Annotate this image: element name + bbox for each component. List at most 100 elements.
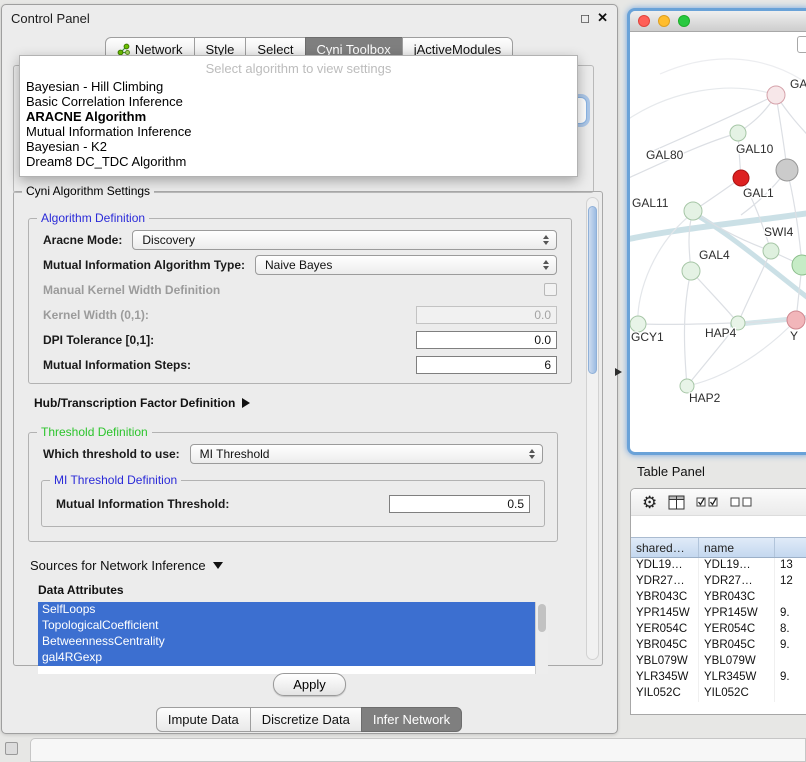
expand-right-icon[interactable] bbox=[242, 398, 250, 408]
mi-algorithm-type-select[interactable]: Naive Bayes bbox=[255, 255, 557, 275]
table-cell: YPR145W bbox=[699, 606, 775, 622]
float-window-icon[interactable]: ◻ bbox=[580, 11, 590, 25]
minimize-traffic-light[interactable] bbox=[658, 15, 670, 27]
network-edge bbox=[691, 271, 738, 323]
algorithm-option-bayesian-k2[interactable]: Bayesian - K2 bbox=[20, 139, 577, 154]
network-edge bbox=[687, 320, 796, 386]
network-node[interactable] bbox=[763, 243, 779, 259]
close-icon[interactable]: ✕ bbox=[597, 10, 608, 26]
algorithm-definition-title: Algorithm Definition bbox=[37, 211, 149, 225]
kernel-width-field[interactable]: 0.0 bbox=[416, 306, 557, 324]
columns-icon[interactable] bbox=[668, 495, 685, 510]
bottom-tab-impute-data[interactable]: Impute Data bbox=[156, 707, 251, 732]
node-label-swi4: SWI4 bbox=[764, 225, 794, 239]
bottom-panel bbox=[30, 738, 806, 762]
dpi-tolerance-field[interactable]: 0.0 bbox=[416, 331, 557, 349]
algorithm-option-mutual-information-inference[interactable]: Mutual Information Inference bbox=[20, 124, 577, 139]
table-cell: 9. bbox=[775, 670, 806, 686]
network-edge bbox=[660, 59, 802, 80]
hub-definition-section[interactable]: Hub/Transcription Factor Definition bbox=[34, 396, 580, 410]
mi-steps-field[interactable]: 6 bbox=[416, 356, 557, 374]
bottom-tabs: Impute Data Discretize Data Infer Network bbox=[2, 707, 617, 732]
settings-scrollbar[interactable] bbox=[586, 197, 599, 660]
table-cell bbox=[775, 654, 806, 670]
control-panel-window: Control Panel ◻ ✕ NetworkStyleSelectCyni… bbox=[1, 4, 618, 734]
data-attributes-label: Data Attributes bbox=[38, 583, 580, 597]
algorithm-option-aracne-algorithm[interactable]: ARACNE Algorithm bbox=[20, 109, 577, 124]
dpi-tolerance-label: DPI Tolerance [0,1]: bbox=[43, 333, 154, 347]
attribute-item-topologicalcoefficient[interactable]: TopologicalCoefficient bbox=[38, 618, 535, 634]
which-threshold-value: MI Threshold bbox=[200, 447, 270, 461]
table-gap bbox=[631, 516, 806, 537]
table-row[interactable]: YLR345WYLR345W9. bbox=[631, 670, 806, 686]
gear-icon[interactable]: ⚙ bbox=[642, 494, 657, 511]
which-threshold-select[interactable]: MI Threshold bbox=[190, 444, 543, 464]
network-node[interactable] bbox=[730, 125, 746, 141]
attributes-scrollbar-thumb[interactable] bbox=[538, 604, 546, 632]
network-node[interactable] bbox=[682, 262, 700, 280]
node-label-y: Y bbox=[790, 329, 798, 343]
network-node[interactable] bbox=[792, 255, 806, 275]
mi-threshold-group: MI Threshold Definition Mutual Informati… bbox=[41, 480, 545, 527]
table-cell: 9. bbox=[775, 606, 806, 622]
mi-algorithm-type-label: Mutual Information Algorithm Type: bbox=[43, 258, 245, 272]
scrollbar-thumb[interactable] bbox=[588, 206, 597, 374]
unchecked-pair-icon[interactable] bbox=[730, 496, 753, 508]
close-traffic-light[interactable] bbox=[638, 15, 650, 27]
table-header-row: shared…name bbox=[631, 537, 806, 558]
attributes-scrollbar[interactable] bbox=[535, 602, 548, 674]
bottom-tab-infer-network[interactable]: Infer Network bbox=[361, 707, 462, 732]
sources-label: Sources for Network Inference bbox=[30, 558, 206, 573]
attribute-item-gal4rgexp[interactable]: gal4RGexp bbox=[38, 650, 535, 666]
algorithm-option-basic-correlation-inference[interactable]: Basic Correlation Inference bbox=[20, 94, 577, 109]
table-row[interactable]: YBR043CYBR043C bbox=[631, 590, 806, 606]
attribute-item-betweennesscentrality[interactable]: BetweennessCentrality bbox=[38, 634, 535, 650]
network-edge bbox=[738, 251, 771, 323]
sources-section: Sources for Network Inference Data Attri… bbox=[30, 558, 580, 674]
checked-pair-icon[interactable] bbox=[696, 496, 719, 508]
apply-button[interactable]: Apply bbox=[273, 673, 346, 696]
manual-kernel-width-checkbox[interactable] bbox=[544, 283, 557, 296]
node-label-gal1: GAL1 bbox=[743, 186, 774, 200]
network-canvas[interactable]: GAL7GAL80GAL10GAL11GAL1SWI4GAL4GCY1HAP4Y… bbox=[630, 32, 806, 452]
network-node[interactable] bbox=[776, 159, 798, 181]
table-cell: YIL052C bbox=[699, 686, 775, 702]
column-header-extra[interactable] bbox=[775, 538, 806, 557]
table-cell: YER054C bbox=[699, 622, 775, 638]
mi-threshold-group-title: MI Threshold Definition bbox=[50, 473, 181, 487]
network-side-button[interactable] bbox=[797, 36, 806, 53]
table-row[interactable]: YDL19…YDL19…13 bbox=[631, 558, 806, 574]
column-header-name[interactable]: name bbox=[699, 538, 775, 557]
tab-label: Discretize Data bbox=[262, 712, 350, 727]
threshold-definition-group: Threshold Definition Which threshold to … bbox=[28, 432, 558, 542]
node-label-gal80: GAL80 bbox=[646, 148, 684, 162]
split-pane-handle-icon[interactable] bbox=[615, 368, 622, 376]
aracne-mode-select[interactable]: Discovery bbox=[132, 230, 557, 250]
mi-steps-label: Mutual Information Steps: bbox=[43, 358, 191, 372]
network-node[interactable] bbox=[684, 202, 702, 220]
table-cell: YBR045C bbox=[631, 638, 699, 654]
mi-threshold-field[interactable]: 0.5 bbox=[389, 495, 530, 513]
algorithm-option-bayesian-hill-climbing[interactable]: Bayesian - Hill Climbing bbox=[20, 79, 577, 94]
table-row[interactable]: YBL079WYBL079W bbox=[631, 654, 806, 670]
table-row[interactable]: YER054CYER054C8. bbox=[631, 622, 806, 638]
algorithm-option-dream8-dc-tdc-algorithm[interactable]: Dream8 DC_TDC Algorithm bbox=[20, 154, 577, 169]
hidden-panel-icon[interactable] bbox=[5, 742, 18, 755]
zoom-traffic-light[interactable] bbox=[678, 15, 690, 27]
collapse-down-icon[interactable] bbox=[213, 562, 223, 569]
table-cell: YPR145W bbox=[631, 606, 699, 622]
network-node[interactable] bbox=[787, 311, 805, 329]
network-window-titlebar bbox=[630, 11, 806, 32]
table-cell: YBL079W bbox=[631, 654, 699, 670]
table-row[interactable]: YDR27…YDR27…12 bbox=[631, 574, 806, 590]
table-row[interactable]: YPR145WYPR145W9. bbox=[631, 606, 806, 622]
network-node[interactable] bbox=[733, 170, 749, 186]
bottom-tab-discretize-data[interactable]: Discretize Data bbox=[250, 707, 362, 732]
table-row[interactable]: YIL052CYIL052C bbox=[631, 686, 806, 702]
attribute-item-selfloops[interactable]: SelfLoops bbox=[38, 602, 535, 618]
column-header-shared[interactable]: shared… bbox=[631, 538, 699, 557]
network-node[interactable] bbox=[767, 86, 785, 104]
table-row[interactable]: YBR045CYBR045C9. bbox=[631, 638, 806, 654]
sources-header[interactable]: Sources for Network Inference bbox=[30, 558, 580, 573]
table-cell bbox=[775, 590, 806, 606]
